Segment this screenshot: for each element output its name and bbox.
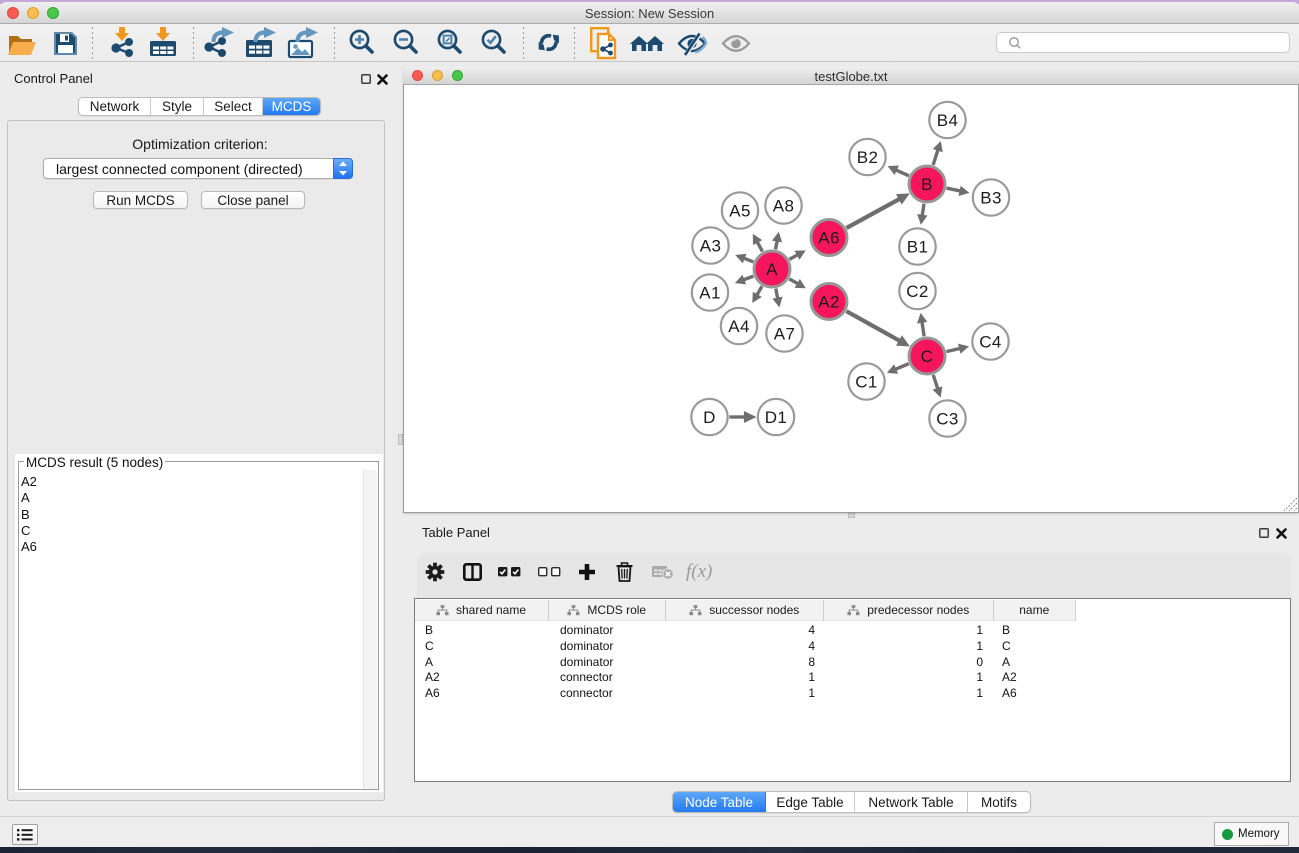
svg-text:D1: D1 <box>765 408 788 427</box>
svg-text:C4: C4 <box>979 333 1002 352</box>
svg-text:C1: C1 <box>855 373 878 392</box>
svg-text:A7: A7 <box>774 325 796 344</box>
svg-text:D: D <box>703 408 716 427</box>
svg-text:B2: B2 <box>857 148 879 167</box>
svg-text:A2: A2 <box>818 293 840 312</box>
svg-text:A6: A6 <box>818 229 840 248</box>
svg-text:B: B <box>921 175 933 194</box>
svg-text:A5: A5 <box>729 202 751 221</box>
svg-text:A1: A1 <box>699 284 721 303</box>
svg-text:B3: B3 <box>980 189 1002 208</box>
svg-text:A3: A3 <box>700 237 722 256</box>
svg-text:B1: B1 <box>907 238 929 257</box>
svg-text:C: C <box>921 347 934 366</box>
svg-text:A4: A4 <box>728 317 750 336</box>
svg-text:A8: A8 <box>773 197 795 216</box>
svg-text:A: A <box>766 260 778 279</box>
svg-text:B4: B4 <box>937 111 959 130</box>
svg-text:C2: C2 <box>906 282 929 301</box>
svg-text:C3: C3 <box>936 410 959 429</box>
